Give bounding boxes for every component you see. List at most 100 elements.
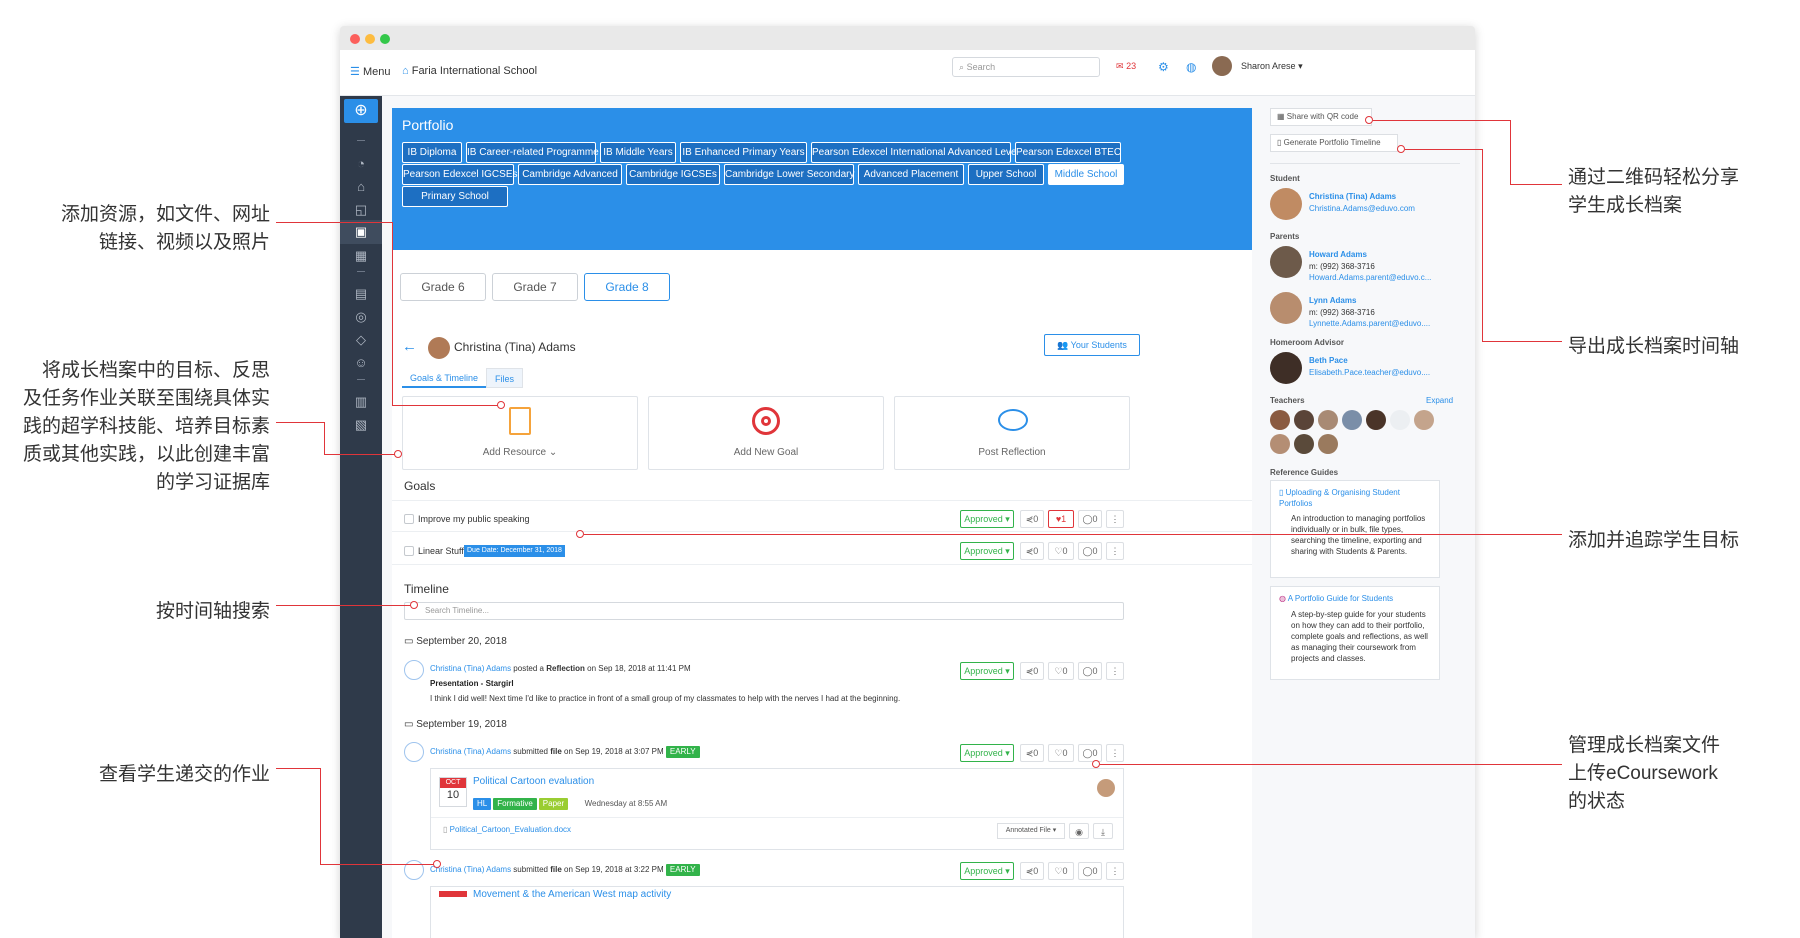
add-icon[interactable]: ⊕	[344, 99, 378, 123]
parent-name-link[interactable]: Lynn Adams	[1309, 296, 1356, 305]
parent-email-link[interactable]: Howard.Adams.parent@eduvo.c...	[1309, 273, 1431, 282]
menu-button[interactable]: ☰ Menu	[350, 65, 390, 78]
guide-card[interactable]: ◍ A Portfolio Guide for Students A step-…	[1270, 586, 1440, 680]
entry-status-dropdown[interactable]: Approved ▾	[960, 744, 1014, 762]
report-icon[interactable]: ▥	[351, 392, 371, 412]
globe-icon[interactable]: ◍	[1186, 60, 1196, 74]
home-icon[interactable]: ⌂	[351, 177, 371, 197]
task-title-link[interactable]: Movement & the American West map activit…	[473, 889, 671, 900]
guide-card[interactable]: ▯ Uploading & Organising Student Portfol…	[1270, 480, 1440, 578]
file-link[interactable]: ▯ Political_Cartoon_Evaluation.docx	[443, 825, 571, 834]
teacher-avatar[interactable]	[1318, 434, 1338, 454]
programme-tab[interactable]: Cambridge Lower Secondary	[724, 164, 855, 185]
share-button[interactable]: ⋞0	[1020, 542, 1044, 560]
entry-status-dropdown[interactable]: Approved ▾	[960, 662, 1014, 680]
student-email-link[interactable]: Christina.Adams@eduvo.com	[1309, 204, 1415, 213]
post-reflection-card[interactable]: Post Reflection	[894, 396, 1130, 470]
minimize-dot[interactable]	[365, 34, 375, 44]
parent-name-link[interactable]: Howard Adams	[1309, 250, 1367, 259]
cube-icon[interactable]: ◇	[351, 330, 371, 350]
teacher-avatar[interactable]	[1366, 410, 1386, 430]
back-arrow-icon[interactable]: ←	[402, 338, 417, 355]
goal-checkbox[interactable]	[404, 514, 414, 524]
teacher-avatar[interactable]	[1270, 434, 1290, 454]
like-button[interactable]: ♡0	[1048, 744, 1074, 762]
programme-tab-active[interactable]: Middle School	[1048, 164, 1124, 185]
programme-tab[interactable]: Pearson Edexcel BTEC	[1015, 142, 1121, 163]
student-name-link[interactable]: Christina (Tina) Adams	[1309, 192, 1396, 201]
teacher-avatar[interactable]	[1414, 410, 1434, 430]
programme-tab[interactable]: IB Middle Years	[600, 142, 676, 163]
task-title-link[interactable]: Political Cartoon evaluation	[473, 776, 594, 787]
share-qr-button[interactable]: ▦ Share with QR code	[1270, 108, 1372, 126]
calendar-icon[interactable]: ▤	[351, 284, 371, 304]
comment-button[interactable]: ◯0	[1078, 862, 1102, 880]
grade-tab[interactable]: Grade 6	[400, 273, 486, 301]
gear-icon[interactable]: ⚙	[1158, 60, 1169, 74]
parent-email-link[interactable]: Lynnette.Adams.parent@eduvo....	[1309, 319, 1430, 328]
goal-checkbox[interactable]	[404, 546, 414, 556]
download-icon[interactable]: ⤓	[1093, 823, 1113, 839]
expand-link[interactable]: Expand	[1426, 396, 1453, 405]
teacher-avatar[interactable]	[1342, 410, 1362, 430]
programme-tab[interactable]: Primary School	[402, 186, 508, 207]
chart-icon[interactable]: ◱	[351, 200, 371, 220]
programme-tab[interactable]: Cambridge IGCSEs	[626, 164, 720, 185]
map-icon[interactable]: ▦	[351, 246, 371, 266]
tab-goals-timeline[interactable]: Goals & Timeline	[402, 368, 487, 388]
more-icon[interactable]: ⋮	[1106, 662, 1124, 680]
programme-tab[interactable]: Cambridge Advanced	[518, 164, 622, 185]
entry-status-dropdown[interactable]: Approved ▾	[960, 862, 1014, 880]
like-button[interactable]: ♡0	[1048, 862, 1074, 880]
your-students-button[interactable]: 👥 Your Students	[1044, 334, 1140, 356]
generate-timeline-button[interactable]: ▯ Generate Portfolio Timeline	[1270, 134, 1398, 152]
comment-button[interactable]: ◯0	[1078, 744, 1102, 762]
teacher-avatar[interactable]	[1390, 410, 1410, 430]
add-resource-card[interactable]: Add Resource ⌄	[402, 396, 638, 470]
share-button[interactable]: ⋞0	[1020, 744, 1044, 762]
add-goal-card[interactable]: Add New Goal	[648, 396, 884, 470]
annotated-file-dropdown[interactable]: Annotated File ▾	[997, 823, 1065, 839]
teacher-avatar[interactable]	[1318, 410, 1338, 430]
close-dot[interactable]	[350, 34, 360, 44]
advisor-email-link[interactable]: Elisabeth.Pace.teacher@eduvo....	[1309, 368, 1430, 377]
programme-tab[interactable]: Advanced Placement	[858, 164, 964, 185]
more-icon[interactable]: ⋮	[1106, 510, 1124, 528]
programme-tab[interactable]: Upper School	[968, 164, 1044, 185]
teacher-avatar[interactable]	[1294, 410, 1314, 430]
users-icon[interactable]: ◎	[351, 307, 371, 327]
user-avatar[interactable]	[1212, 56, 1232, 76]
programme-tab[interactable]: Pearson Edexcel International Advanced L…	[811, 142, 1024, 163]
advisor-name-link[interactable]: Beth Pace	[1309, 356, 1348, 365]
grade-tab[interactable]: Grade 7	[492, 273, 578, 301]
dashboard-icon[interactable]: ◔	[351, 154, 371, 174]
tab-files[interactable]: Files	[486, 368, 524, 388]
teacher-avatar[interactable]	[1270, 410, 1290, 430]
timeline-search-input[interactable]: Search Timeline...	[404, 602, 1124, 620]
comment-button[interactable]: ◯0	[1078, 542, 1102, 560]
maximize-dot[interactable]	[380, 34, 390, 44]
grade-tab-active[interactable]: Grade 8	[584, 273, 670, 301]
eye-icon[interactable]: ◉	[1069, 823, 1089, 839]
like-button[interactable]: ♡0	[1048, 662, 1074, 680]
goal-status-dropdown[interactable]: Approved ▾	[960, 542, 1014, 560]
search-input[interactable]: ⌕ Search	[952, 57, 1100, 77]
more-icon[interactable]: ⋮	[1106, 542, 1124, 560]
programme-tab[interactable]: IB Career-related Programme	[466, 142, 599, 163]
like-button[interactable]: ♥1	[1048, 510, 1074, 528]
programme-tab[interactable]: IB Diploma	[402, 142, 462, 163]
programme-tab[interactable]: IB Enhanced Primary Years	[680, 142, 807, 163]
mail-button[interactable]: ✉ 23	[1116, 61, 1136, 72]
programme-tab[interactable]: Pearson Edexcel IGCSEs	[402, 164, 518, 185]
share-button[interactable]: ⋞0	[1020, 510, 1044, 528]
teacher-avatar[interactable]	[1294, 434, 1314, 454]
more-icon[interactable]: ⋮	[1106, 744, 1124, 762]
share-button[interactable]: ⋞0	[1020, 662, 1044, 680]
schedule-icon[interactable]: ▧	[351, 415, 371, 435]
school-link[interactable]: ⌂ Faria International School	[402, 65, 537, 77]
goal-status-dropdown[interactable]: Approved ▾	[960, 510, 1014, 528]
share-button[interactable]: ⋞0	[1020, 862, 1044, 880]
like-button[interactable]: ♡0	[1048, 542, 1074, 560]
person-icon[interactable]: ☺	[351, 353, 371, 373]
more-icon[interactable]: ⋮	[1106, 862, 1124, 880]
